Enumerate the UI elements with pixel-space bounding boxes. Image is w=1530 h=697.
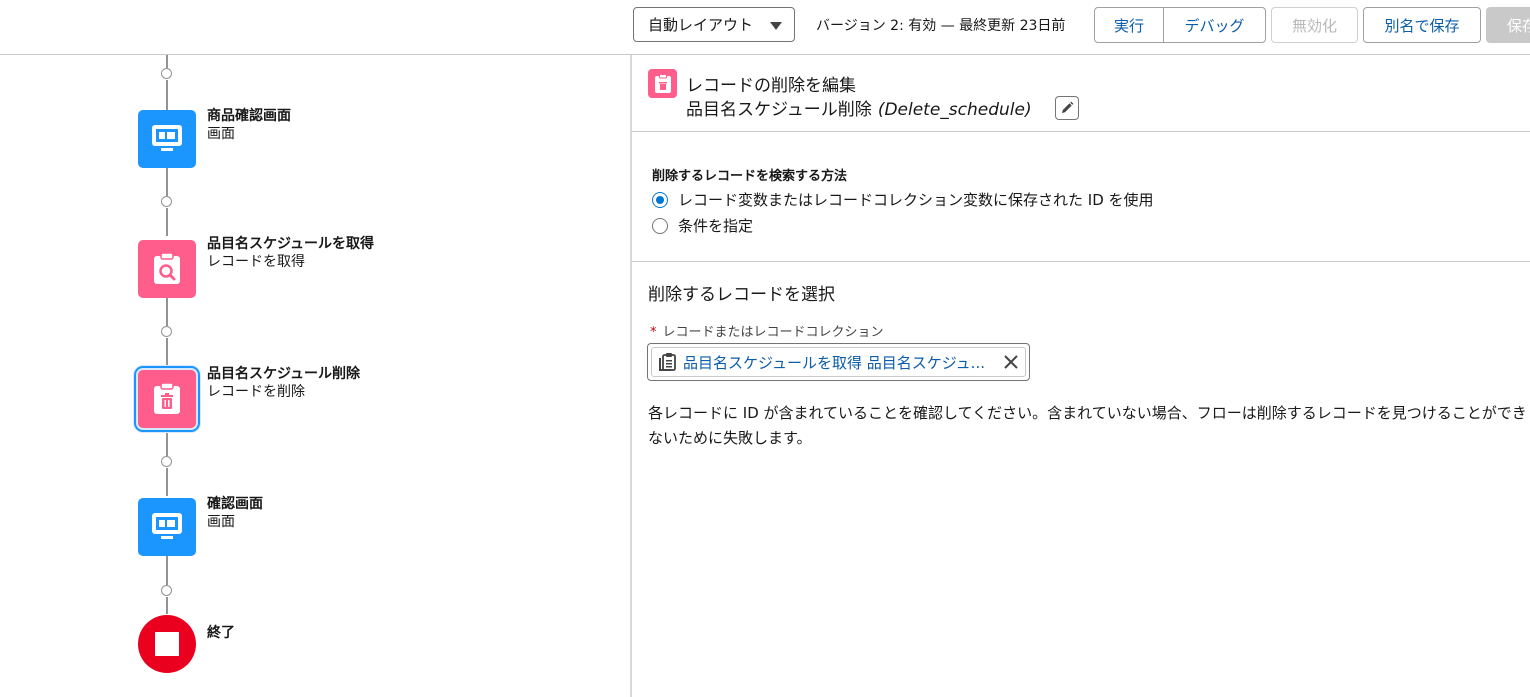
disable-button[interactable]: 無効化 (1271, 7, 1358, 43)
flow-node-label: 品目名スケジュール削除 レコードを削除 (207, 365, 360, 401)
node-type: レコードを取得 (207, 254, 305, 270)
delete-records-icon (154, 382, 180, 414)
add-element-dot[interactable] (161, 68, 172, 79)
radio-label: 条件を指定 (678, 217, 754, 235)
connector-line (166, 597, 168, 614)
top-toolbar: 自動レイアウト バージョン 2: 有効 — 最終更新 23日前 実行 デバッグ … (0, 0, 1530, 55)
stop-icon (155, 632, 179, 656)
radio-specify-conditions[interactable]: 条件を指定 (652, 215, 753, 236)
flow-node-label: 終了 (207, 624, 235, 642)
add-element-dot[interactable] (161, 196, 172, 207)
save-button[interactable]: 保存 (1486, 7, 1530, 43)
node-title: 終了 (207, 625, 235, 641)
flow-node-label: 品目名スケジュールを取得 レコードを取得 (207, 235, 374, 271)
element-api-name: (Delete_schedule) (877, 100, 1032, 120)
find-method-label: 削除するレコードを検索する方法 (652, 169, 848, 184)
connector-line (166, 468, 168, 496)
panel-title: レコードの削除を編集 (686, 76, 856, 96)
element-label: 品目名スケジュール削除 (686, 100, 872, 120)
flow-node-get-schedule[interactable] (138, 240, 196, 298)
screen-icon (152, 513, 182, 539)
record-field-label: * レコードまたはレコードコレクション (650, 321, 884, 340)
section-divider (632, 261, 1530, 262)
flow-node-confirm-screen[interactable] (138, 498, 196, 556)
chevron-down-icon (770, 22, 782, 30)
delete-records-icon (648, 69, 677, 98)
flow-node-product-confirm-screen[interactable] (138, 110, 196, 168)
flow-node-label: 商品確認画面 画面 (207, 107, 291, 143)
node-type: 画面 (207, 514, 235, 530)
connector-line (166, 338, 168, 366)
record-collection-icon (657, 352, 677, 372)
version-status: バージョン 2: 有効 — 最終更新 23日前 (816, 18, 1066, 34)
connector-line (166, 168, 168, 196)
run-button[interactable]: 実行 (1094, 7, 1164, 43)
connector-line (166, 55, 168, 68)
record-field-label-text: レコードまたはレコードコレクション (662, 325, 884, 340)
screen-icon (152, 125, 182, 151)
select-records-title: 削除するレコードを選択 (648, 285, 835, 305)
node-title: 品目名スケジュールを取得 (207, 236, 375, 252)
layout-select[interactable]: 自動レイアウト (633, 7, 795, 42)
connector-line (166, 208, 168, 236)
record-pill[interactable]: 品目名スケジュールを取得 品目名スケジュ... (651, 347, 1026, 377)
flow-node-delete-schedule[interactable] (134, 366, 200, 432)
node-title: 品目名スケジュール削除 (207, 366, 361, 382)
flow-node-label: 確認画面 画面 (207, 495, 263, 531)
connector-line (166, 80, 168, 110)
radio-label: レコード変数またはレコードコレクション変数に保存された ID を使用 (678, 191, 1154, 209)
get-records-icon (154, 252, 180, 284)
add-element-dot[interactable] (161, 456, 172, 467)
add-element-dot[interactable] (161, 585, 172, 596)
record-collection-input[interactable]: 品目名スケジュールを取得 品目名スケジュ... (647, 343, 1030, 381)
radio-use-id[interactable]: レコード変数またはレコードコレクション変数に保存された ID を使用 (652, 189, 1154, 210)
radio-button[interactable] (652, 191, 668, 208)
node-title: 商品確認画面 (207, 108, 291, 124)
flow-node-end[interactable] (138, 615, 196, 673)
help-text: 各レコードに ID が含まれていることを確認してください。含まれていない場合、フ… (648, 404, 1527, 447)
node-type: レコードを削除 (207, 384, 305, 400)
node-title: 確認画面 (207, 496, 263, 512)
edit-element-button[interactable] (1055, 96, 1079, 120)
radio-button[interactable] (652, 217, 668, 234)
connector-line (166, 298, 168, 326)
layout-select-value: 自動レイアウト (648, 16, 754, 34)
add-element-dot[interactable] (161, 326, 172, 337)
debug-button[interactable]: デバッグ (1163, 7, 1266, 43)
node-type: 画面 (207, 126, 235, 142)
connector-line (166, 556, 168, 585)
element-editor-panel: レコードの削除を編集 品目名スケジュール削除 (Delete_schedule) … (632, 55, 1530, 697)
panel-header: レコードの削除を編集 品目名スケジュール削除 (Delete_schedule) (632, 55, 1530, 132)
pencil-icon (1062, 101, 1074, 113)
record-pill-label: 品目名スケジュールを取得 品目名スケジュ... (683, 353, 985, 372)
connector-line (166, 430, 168, 456)
element-name: 品目名スケジュール削除 (Delete_schedule) (686, 95, 1032, 120)
flow-canvas[interactable]: 商品確認画面 画面 品目名スケジュールを取得 レコードを取得 品目名スケジュール… (0, 55, 630, 697)
save-as-button[interactable]: 別名で保存 (1363, 7, 1481, 43)
required-marker: * (650, 325, 657, 340)
close-icon[interactable] (1001, 352, 1021, 372)
